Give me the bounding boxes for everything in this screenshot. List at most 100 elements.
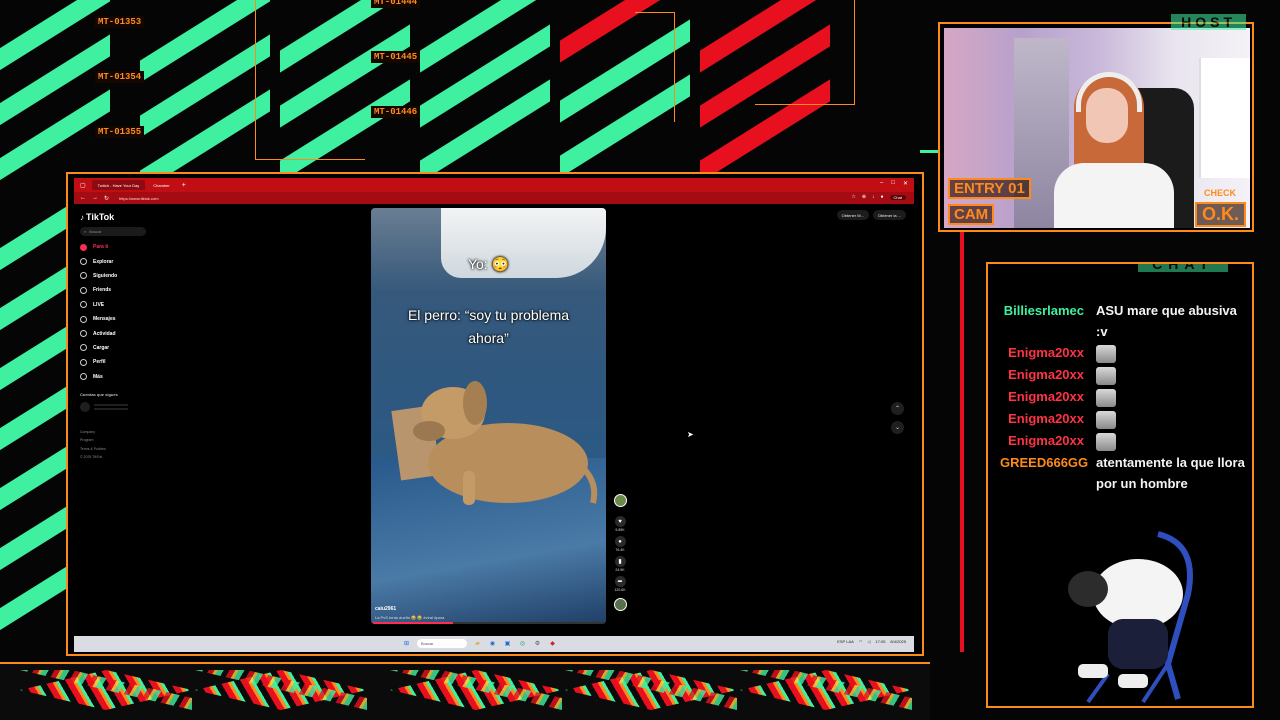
sidebar-item-label: Cargar	[93, 344, 110, 351]
sidebar-item-friends[interactable]: Friends	[80, 283, 160, 297]
sidebar-item-actividad[interactable]: Actividad	[80, 326, 160, 340]
sidebar-item-cargar[interactable]: Cargar	[80, 341, 160, 355]
footer-link[interactable]: Company	[80, 428, 160, 437]
store-icon[interactable]: ▣	[503, 639, 512, 648]
reload-icon[interactable]: ↻	[104, 195, 109, 202]
music-disc-icon[interactable]	[613, 598, 627, 611]
save-button[interactable]: ▮ 24.9K	[614, 556, 626, 572]
edge-icon[interactable]: ◉	[488, 639, 497, 648]
download-icon[interactable]: ↓	[872, 194, 875, 200]
cat-emote-icon	[1096, 366, 1116, 385]
chat-message: Billiesrlamec ASU mare que abusiva :v	[988, 300, 1252, 342]
comment-icon: ●	[614, 536, 626, 547]
star-icon[interactable]: ☆	[851, 194, 855, 200]
upload-icon	[80, 344, 87, 352]
video-progress-bar[interactable]	[371, 622, 606, 624]
get-coins-button[interactable]: Obtener la ...	[872, 210, 906, 220]
following-icon	[80, 272, 87, 280]
chevron-up-icon[interactable]: ⌃	[891, 402, 904, 415]
sidebar-item-siguiendo[interactable]: Siguiendo	[80, 269, 160, 283]
new-tab-icon[interactable]: +	[182, 182, 186, 189]
tiktok-page: ♪ TikTok ⌕ Buscar Para ti Explorar Siguien…	[74, 204, 914, 636]
code-tag: MT-01354	[95, 71, 145, 83]
get-app-button[interactable]: Obtener M...	[836, 210, 869, 220]
wifi-icon[interactable]: ◠	[859, 639, 863, 644]
chat-username[interactable]: Enigma20xx	[1000, 408, 1096, 430]
forward-icon[interactable]: →	[92, 195, 98, 201]
tab-bar: ▢ Twitch - Have Your Day Chamber + – □ ✕	[74, 178, 914, 192]
sidebar-item-label: Para ti	[93, 244, 109, 251]
folder-icon[interactable]: ▰	[473, 639, 482, 648]
dog-image	[413, 381, 598, 505]
bookmark-icon: ▮	[614, 556, 626, 567]
tab-title: Twitch - Have Your Day	[97, 182, 140, 188]
check-label: CHECK	[1203, 188, 1236, 198]
volume-icon[interactable]: ◁	[867, 639, 870, 644]
code-tag: MT-01444	[371, 0, 421, 8]
chat-message: Enigma20xx	[988, 342, 1252, 364]
windows-start-icon[interactable]: ⊞	[402, 639, 411, 648]
url-field[interactable]: https://www.tiktok.com	[119, 196, 159, 201]
clock-date[interactable]: 8/4/2025	[890, 639, 906, 644]
like-button[interactable]: ♥ 9,89K	[614, 516, 626, 532]
sidebar-item-perfil[interactable]: Perfil	[80, 355, 160, 369]
minimize-icon[interactable]: –	[880, 180, 883, 187]
save-count: 24.9K	[615, 568, 625, 572]
code-tag: MT-01446	[371, 106, 421, 118]
search-placeholder: Buscar	[89, 229, 102, 234]
clock-time[interactable]: 17:05	[875, 639, 885, 644]
sidebar-item-label: Explorar	[93, 258, 114, 265]
sidebar-item-para-ti[interactable]: Para ti	[80, 240, 160, 254]
chat-text: ASU mare que abusiva :v	[1096, 303, 1237, 339]
maximize-icon[interactable]: □	[891, 180, 895, 187]
comment-button[interactable]: ● 76.4K	[614, 536, 626, 552]
sidebar-item-live[interactable]: LIVE	[80, 298, 160, 312]
extensions-icon[interactable]: ⊕	[862, 194, 866, 200]
chat-username[interactable]: Billiesrlamec	[1000, 300, 1096, 342]
chat-message: Enigma20xx	[988, 408, 1252, 430]
system-tray: ESP LAA ◠ ◁ 17:05 8/4/2025	[837, 639, 906, 644]
footer-link[interactable]: Terms & Policies	[80, 445, 160, 454]
chat-username[interactable]: Enigma20xx	[1000, 386, 1096, 408]
back-icon[interactable]: ←	[80, 195, 86, 201]
share-button[interactable]: ➦ 120.6K	[614, 576, 626, 592]
chat-emote-container	[1096, 408, 1246, 430]
chat-button[interactable]: Chat	[889, 194, 906, 200]
tiktok-note-icon: ♪	[80, 212, 84, 222]
browser-tab[interactable]: Twitch - Have Your Day	[91, 180, 146, 190]
mouse-cursor-icon: ➤	[687, 430, 694, 439]
footer-link[interactable]: Program	[80, 436, 160, 445]
chat-emote-container	[1096, 342, 1246, 364]
chat-username[interactable]: Enigma20xx	[1000, 342, 1096, 364]
video-author[interactable]: caiu2961	[375, 606, 396, 612]
sidebar-item-mensajes[interactable]: Mensajes	[80, 312, 160, 326]
sidebar-item-m-s[interactable]: Más	[80, 370, 160, 384]
tab-menu-icon[interactable]: ▢	[80, 182, 86, 189]
app-icon[interactable]: ◆	[548, 639, 557, 648]
search-input[interactable]: ⌕ Buscar	[80, 227, 146, 236]
chat-text: atentamente la que llora por un hombre	[1096, 455, 1245, 491]
sidebar-item-label: LIVE	[93, 301, 105, 308]
chrome-icon[interactable]: ◎	[518, 639, 527, 648]
tray-lang[interactable]: ESP LAA	[837, 639, 854, 644]
chat-username[interactable]: GREED666GG	[1000, 452, 1096, 494]
cat-emote-icon	[1096, 410, 1116, 429]
close-icon[interactable]: ✕	[903, 180, 908, 187]
profile-icon[interactable]: ●	[881, 194, 884, 200]
chat-username[interactable]: Enigma20xx	[1000, 364, 1096, 386]
taskbar-search[interactable]: Buscar	[417, 639, 467, 648]
chat-username[interactable]: Enigma20xx	[1000, 430, 1096, 452]
video-description: La PvS tonta dueño 😂 😂 #viral #para	[375, 615, 445, 620]
author-avatar[interactable]	[613, 494, 627, 507]
browser-tab[interactable]: Chamber	[147, 180, 175, 190]
chevron-down-icon[interactable]: ⌄	[891, 421, 904, 434]
video-player[interactable]: Yo: 😳 El perro: “soy tu problema ahora” …	[371, 208, 606, 624]
cam-tag: CAM	[948, 204, 994, 225]
sidebar-item-label: Mensajes	[93, 316, 116, 323]
tiktok-logo[interactable]: ♪ TikTok	[80, 210, 160, 224]
video-caption-top: Yo: 😳	[467, 256, 510, 272]
sidebar-item-explorar[interactable]: Explorar	[80, 254, 160, 268]
browser-window: ▢ Twitch - Have Your Day Chamber + – □ ✕…	[74, 178, 914, 652]
top-right-buttons: Obtener M... Obtener la ...	[836, 210, 906, 220]
settings-icon[interactable]: ⚙	[533, 639, 542, 648]
